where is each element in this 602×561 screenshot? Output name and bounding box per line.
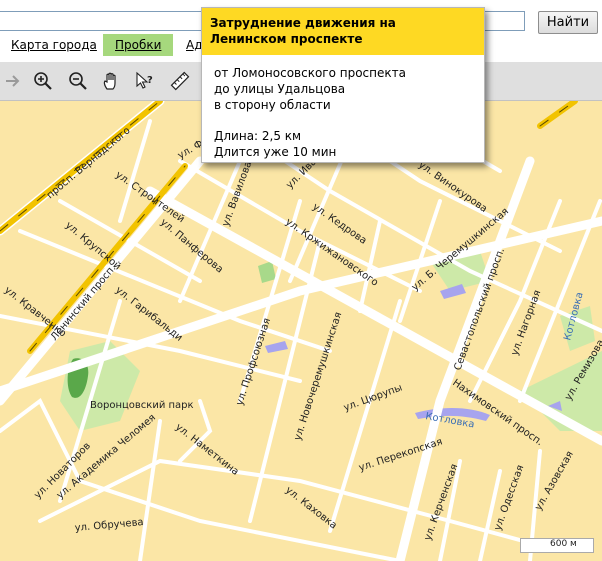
search-button[interactable]: Найти: [538, 11, 598, 34]
scale-label: 600 м: [550, 539, 577, 549]
zoom-out-icon[interactable]: [68, 71, 88, 91]
popup-line-from: от Ломоносовского проспекта: [214, 66, 406, 80]
popup-line-direction: в сторону области: [214, 98, 331, 112]
popup-line-to: до улицы Удальцова: [214, 82, 346, 96]
popup-title: Затруднение движения на Ленинском проспе…: [202, 8, 484, 55]
arrow-right-icon[interactable]: [3, 71, 23, 91]
tab-traffic[interactable]: Пробки: [103, 34, 173, 56]
popup-duration: Длится уже 10 мин: [214, 145, 337, 159]
traffic-popup: Затруднение движения на Ленинском проспе…: [201, 7, 485, 163]
ruler-icon[interactable]: [170, 71, 190, 91]
hand-icon[interactable]: [101, 71, 121, 91]
zoom-in-icon[interactable]: [33, 71, 53, 91]
tab-city-map[interactable]: Карта города: [11, 34, 97, 56]
map-canvas[interactable]: просп. Вернадского ул. Фо ул. Ивана Б ул…: [0, 101, 602, 561]
info-cursor-icon[interactable]: ?: [135, 71, 155, 91]
popup-length: Длина: 2,5 км: [214, 129, 302, 143]
street-label: Воронцовский парк: [90, 400, 194, 411]
svg-text:?: ?: [147, 75, 153, 86]
popup-body: от Ломоносовского проспекта до улицы Уда…: [202, 55, 484, 170]
